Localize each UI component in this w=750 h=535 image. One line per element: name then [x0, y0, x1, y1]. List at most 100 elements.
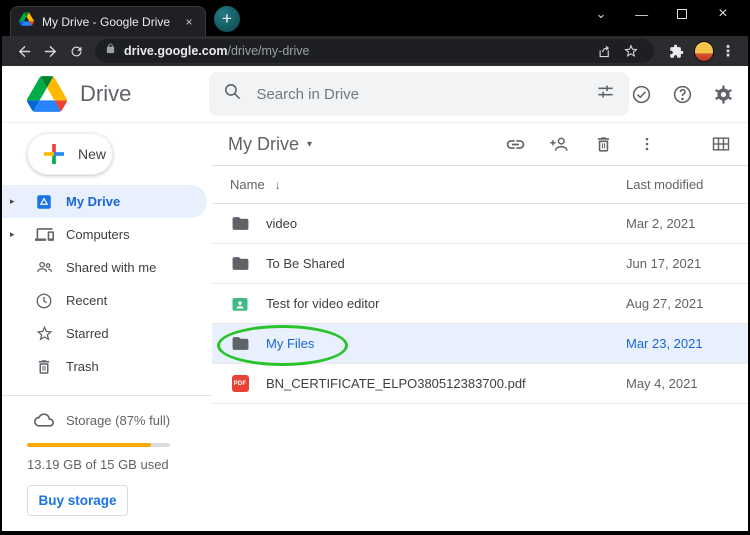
sidebar-item-computers[interactable]: ▸ Computers	[2, 218, 207, 251]
sidebar-item-trash[interactable]: Trash	[2, 350, 207, 383]
sidebar-item-my-drive[interactable]: ▸ My Drive	[2, 185, 207, 218]
folder-icon	[230, 254, 250, 274]
sidebar-divider	[2, 395, 212, 396]
view-title-caret-icon[interactable]: ▾	[307, 139, 312, 150]
sidebar-item-recent[interactable]: Recent	[2, 284, 207, 317]
sidebar-item-label: Recent	[66, 293, 107, 308]
grid-view-icon[interactable]	[710, 133, 732, 155]
sidebar-item-label: Computers	[66, 227, 130, 242]
share-icon[interactable]	[592, 38, 618, 64]
maximize-icon	[677, 9, 687, 19]
search-icon	[223, 82, 242, 106]
tab-strip: My Drive - Google Drive × + ⌄ — ×	[2, 0, 748, 36]
window-controls: ⌄ — ×	[586, 2, 738, 26]
sidebar: New ▸ My Drive ▸	[2, 123, 212, 531]
storage-section[interactable]: Storage (87% full)	[2, 410, 212, 430]
drive-logo[interactable]: Drive	[2, 76, 209, 112]
url-path: /drive/my-drive	[227, 44, 309, 58]
share-person-add-icon[interactable]	[548, 133, 570, 155]
column-name[interactable]: Name	[230, 177, 265, 192]
clock-icon	[34, 291, 54, 311]
drive-favicon-icon	[19, 12, 34, 31]
expand-arrow-icon[interactable]: ▸	[10, 229, 24, 240]
sidebar-item-starred[interactable]: Starred	[2, 317, 207, 350]
my-drive-icon	[34, 192, 54, 212]
star-icon	[34, 324, 54, 344]
brand-name: Drive	[80, 81, 131, 107]
bookmark-star-icon[interactable]	[618, 38, 644, 64]
address-bar[interactable]: drive.google.com/drive/my-drive	[95, 39, 654, 63]
expand-arrow-icon[interactable]: ▸	[10, 196, 24, 207]
storage-usage-text: 13.19 GB of 15 GB used	[27, 457, 212, 472]
column-last-modified[interactable]: Last modified	[626, 177, 748, 192]
sidebar-item-label: Trash	[66, 359, 99, 374]
file-name: video	[266, 216, 297, 231]
buy-storage-button[interactable]: Buy storage	[27, 485, 128, 516]
refresh-button[interactable]	[63, 38, 89, 64]
tab-close-icon[interactable]: ×	[181, 14, 197, 30]
drive-logo-icon	[27, 76, 67, 112]
file-row-to-be-shared[interactable]: To Be Shared Jun 17, 2021	[212, 244, 748, 284]
main-content: My Drive ▾	[212, 123, 748, 531]
browser-menu-icon[interactable]: ⋮	[718, 42, 738, 60]
folder-icon	[230, 334, 250, 354]
delete-icon[interactable]	[592, 133, 614, 155]
search-bar[interactable]	[209, 72, 629, 116]
forward-button[interactable]	[38, 38, 64, 64]
get-link-icon[interactable]	[504, 133, 526, 155]
offline-status-check-icon[interactable]	[629, 82, 653, 106]
search-options-tune-icon[interactable]	[596, 82, 615, 106]
sidebar-item-label: Starred	[66, 326, 109, 341]
file-date: Aug 27, 2021	[626, 296, 748, 311]
more-options-icon[interactable]	[636, 133, 658, 155]
trash-icon	[34, 357, 54, 377]
maximize-button[interactable]	[667, 7, 697, 22]
file-row-video[interactable]: video Mar 2, 2021	[212, 204, 748, 244]
new-button-label: New	[78, 146, 106, 162]
file-name: Test for video editor	[266, 296, 379, 311]
view-title[interactable]: My Drive	[228, 134, 299, 155]
url-text: drive.google.com/drive/my-drive	[124, 44, 309, 58]
lock-icon	[105, 42, 116, 60]
sidebar-nav: ▸ My Drive ▸ Computers	[2, 185, 212, 383]
close-window-button[interactable]: ×	[708, 5, 738, 23]
search-input[interactable]	[256, 86, 596, 103]
computers-icon	[34, 225, 54, 245]
app-header: Drive	[2, 66, 748, 123]
people-icon	[34, 258, 54, 278]
main-toolbar: My Drive ▾	[212, 123, 748, 166]
file-date: Mar 23, 2021	[626, 336, 748, 351]
pdf-file-icon: PDF	[230, 374, 250, 394]
minimize-button[interactable]: —	[627, 7, 657, 22]
new-tab-button[interactable]: +	[214, 6, 240, 32]
file-row-test-for-video-editor[interactable]: Test for video editor Aug 27, 2021	[212, 284, 748, 324]
header-actions	[629, 82, 748, 106]
file-date: May 4, 2021	[626, 376, 748, 391]
file-row-my-files[interactable]: My Files Mar 23, 2021	[212, 324, 748, 364]
pdf-badge: PDF	[232, 375, 249, 392]
sort-descending-icon[interactable]: ↓	[275, 178, 281, 192]
browser-window: My Drive - Google Drive × + ⌄ — × drive.…	[0, 0, 750, 535]
help-icon[interactable]	[670, 82, 694, 106]
file-name: BN_CERTIFICATE_ELPO380512383700.pdf	[266, 376, 526, 391]
sidebar-item-label: My Drive	[66, 194, 120, 209]
extensions-puzzle-icon[interactable]	[664, 38, 690, 64]
plus-icon	[42, 142, 66, 166]
settings-gear-icon[interactable]	[711, 82, 735, 106]
cloud-icon	[34, 410, 54, 430]
storage-label: Storage (87% full)	[66, 413, 170, 428]
file-row-pdf-certificate[interactable]: PDF BN_CERTIFICATE_ELPO380512383700.pdf …	[212, 364, 748, 404]
new-button[interactable]: New	[27, 133, 113, 175]
shared-folder-icon	[230, 294, 250, 314]
browser-toolbar: drive.google.com/drive/my-drive ⋮	[2, 36, 748, 66]
profile-avatar[interactable]	[694, 41, 715, 62]
storage-progress-fill	[27, 443, 151, 447]
sidebar-item-shared-with-me[interactable]: Shared with me	[2, 251, 207, 284]
file-list-header: Name ↓ Last modified	[212, 166, 748, 204]
back-button[interactable]	[12, 38, 38, 64]
browser-tab[interactable]: My Drive - Google Drive ×	[10, 6, 206, 36]
file-name: My Files	[266, 336, 314, 351]
file-date: Jun 17, 2021	[626, 256, 748, 271]
tab-search-chevron-icon[interactable]: ⌄	[586, 6, 616, 22]
url-domain: drive.google.com	[124, 44, 228, 58]
